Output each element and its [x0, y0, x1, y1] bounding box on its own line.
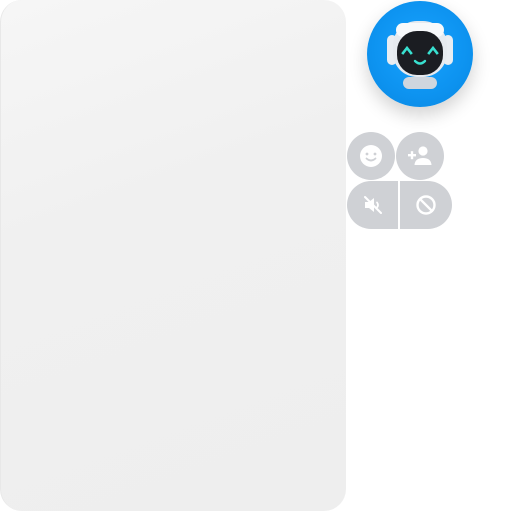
- screen: [0, 0, 512, 512]
- robot-face-icon: [387, 21, 453, 89]
- smiley-icon: [360, 145, 382, 167]
- bot-avatar[interactable]: [367, 1, 473, 107]
- speaker-muted-icon: [363, 196, 382, 214]
- add-person-icon: [408, 146, 432, 165]
- chat-panel: [0, 0, 346, 511]
- block-button[interactable]: [400, 181, 452, 229]
- mute-button[interactable]: [347, 181, 398, 229]
- add-contact-button[interactable]: [396, 132, 444, 180]
- emoji-button[interactable]: [347, 132, 395, 180]
- block-icon: [416, 195, 436, 215]
